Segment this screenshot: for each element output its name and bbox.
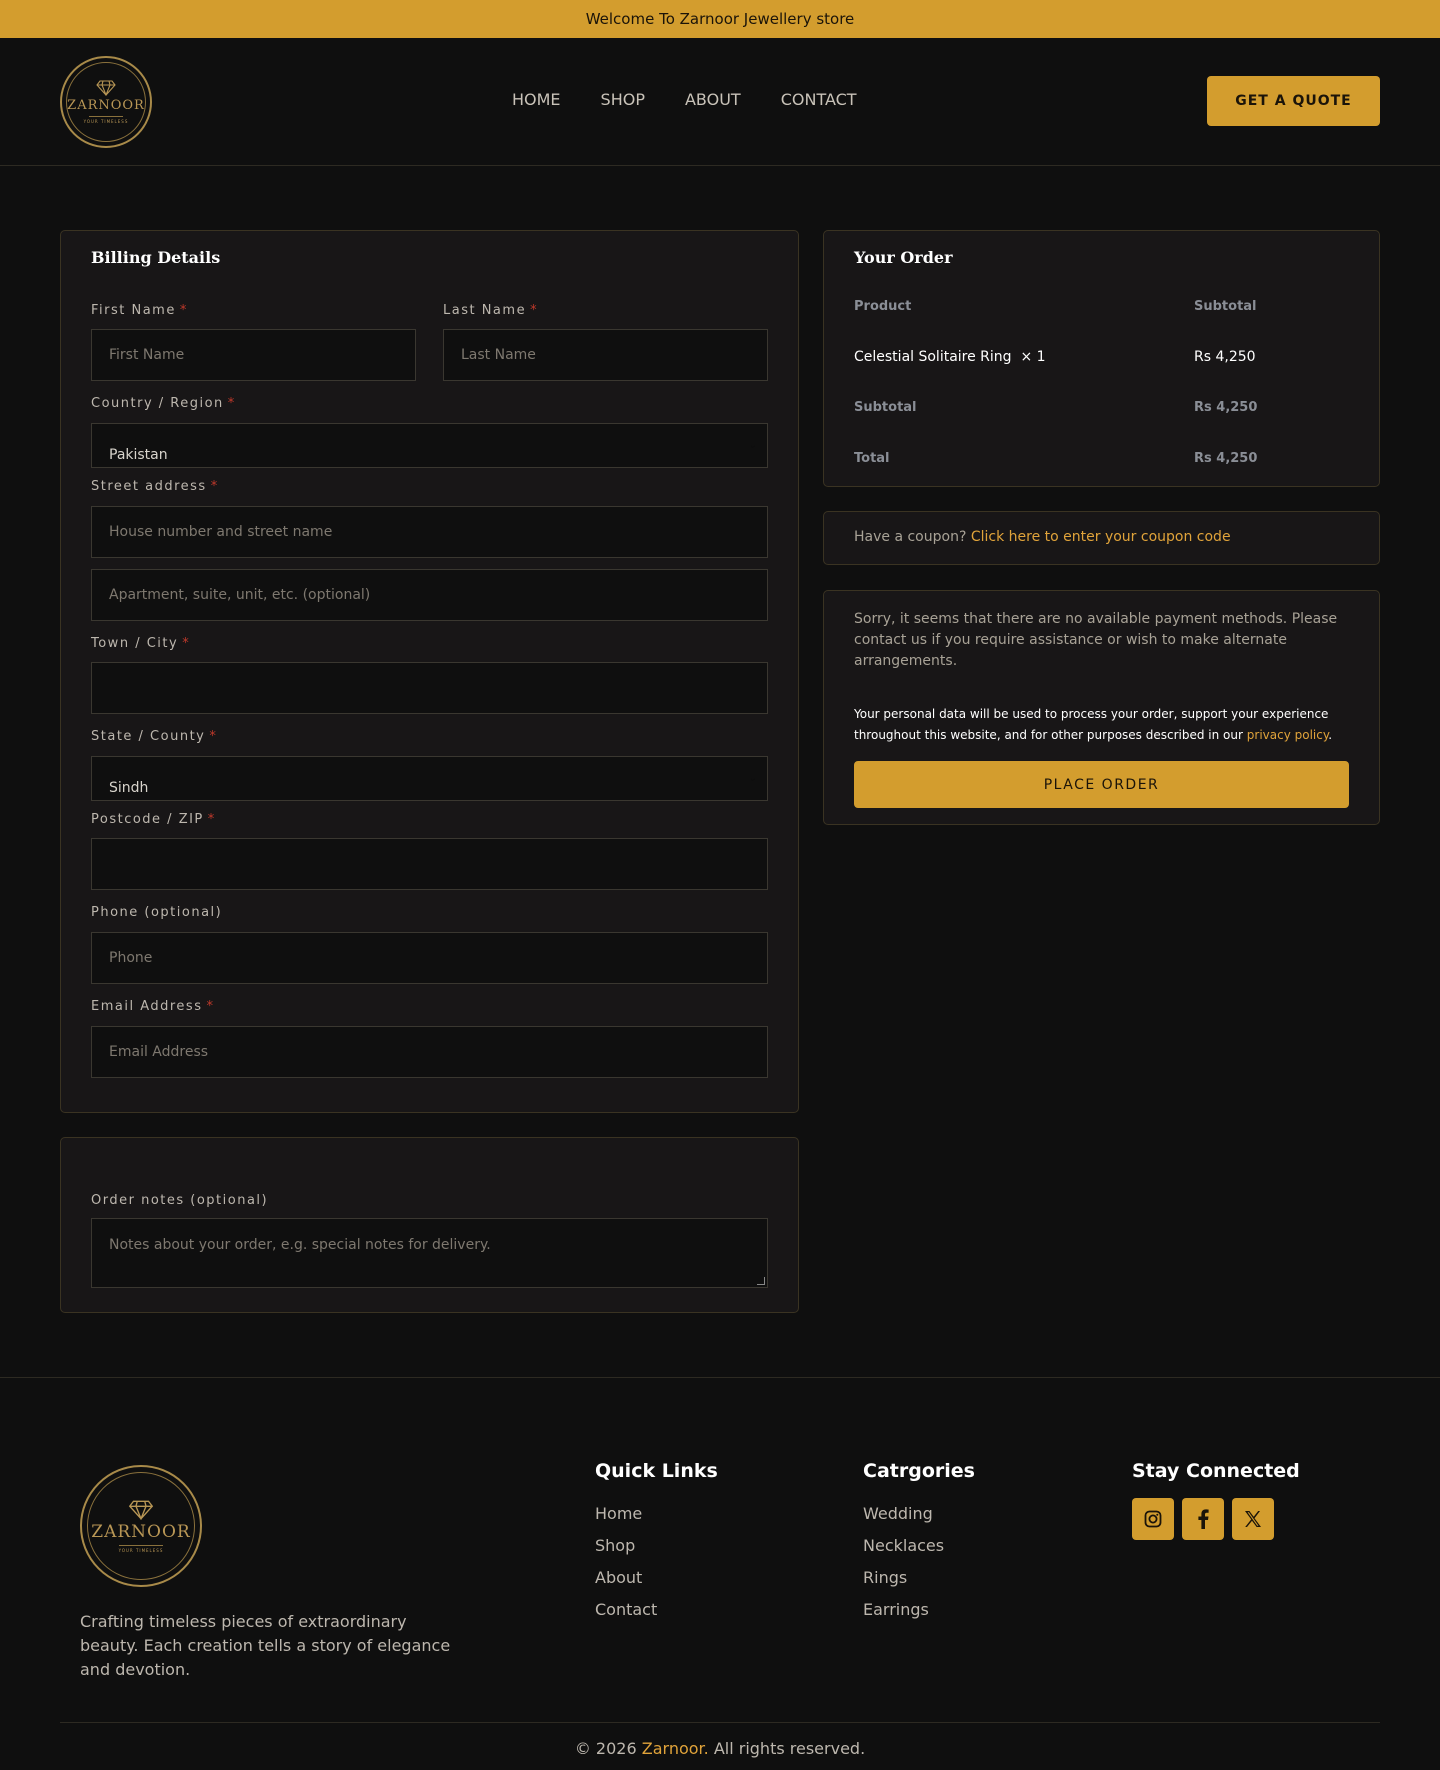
footer-logo-text: ZARNOOR <box>91 1521 191 1542</box>
categories-title: Catrgories <box>863 1460 975 1482</box>
footer-link-about[interactable]: About <box>595 1562 718 1594</box>
coupon-prompt: Have a coupon? <box>854 529 967 545</box>
diamond-icon <box>128 1500 154 1520</box>
site-header: ZARNOOR YOUR TIMELESS HOME SHOP ABOUT CO… <box>0 38 1440 166</box>
footer-logo[interactable]: ZARNOOR YOUR TIMELESS <box>80 1465 202 1587</box>
category-necklaces[interactable]: Necklaces <box>863 1530 975 1562</box>
category-wedding[interactable]: Wedding <box>863 1498 975 1530</box>
chevron-down-icon: ⌄ <box>748 440 757 451</box>
last-name-input[interactable]: Last Name <box>443 329 768 381</box>
first-name-input[interactable]: First Name <box>91 329 416 381</box>
quick-links-column: Quick Links Home Shop About Contact <box>595 1460 718 1626</box>
nav-about[interactable]: ABOUT <box>685 90 741 109</box>
footer-logo-tagline: YOUR TIMELESS <box>118 1547 164 1553</box>
chevron-down-icon: ⌄ <box>748 773 757 784</box>
item-quantity: × 1 <box>1020 349 1046 365</box>
order-notes-card: Order notes (optional) Notes about your … <box>60 1137 799 1313</box>
postcode-input[interactable] <box>91 838 768 890</box>
privacy-policy-link[interactable]: privacy policy <box>1247 728 1328 742</box>
subtotal-label: Subtotal <box>854 400 917 415</box>
billing-title: Billing Details <box>91 248 221 267</box>
product-column-header: Product <box>854 299 912 314</box>
site-footer: ZARNOOR YOUR TIMELESS Crafting timeless … <box>0 1377 1440 1770</box>
subtotal-value: Rs 4,250 <box>1194 400 1258 415</box>
welcome-bar: Welcome To Zarnoor Jewellery store <box>0 0 1440 38</box>
category-rings[interactable]: Rings <box>863 1562 975 1594</box>
instagram-icon[interactable] <box>1132 1498 1174 1540</box>
state-label: State / County * <box>91 729 218 744</box>
phone-label: Phone (optional) <box>91 905 223 920</box>
total-label: Total <box>854 451 890 466</box>
coupon-link[interactable]: Click here to enter your coupon code <box>971 529 1231 545</box>
footer-description: Crafting timeless pieces of extraordinar… <box>80 1612 451 1679</box>
privacy-notice: Your personal data will be used to proce… <box>854 707 1333 742</box>
get-a-quote-button[interactable]: GET A QUOTE <box>1207 76 1380 126</box>
state-select[interactable]: Sindh ⌄ <box>91 756 768 801</box>
payment-card: Sorry, it seems that there are no availa… <box>823 590 1380 825</box>
footer-link-shop[interactable]: Shop <box>595 1530 718 1562</box>
city-input[interactable] <box>91 662 768 714</box>
logo-text: ZARNOOR <box>67 98 145 113</box>
country-label: Country / Region * <box>91 396 236 411</box>
quick-links-title: Quick Links <box>595 1460 718 1482</box>
nav-contact[interactable]: CONTACT <box>781 90 857 109</box>
order-title: Your Order <box>854 248 953 267</box>
copyright-brand[interactable]: Zarnoor. <box>642 1739 709 1758</box>
facebook-icon[interactable] <box>1182 1498 1224 1540</box>
email-input[interactable]: Email Address <box>91 1026 768 1078</box>
order-notes-label: Order notes (optional) <box>91 1193 269 1208</box>
main-nav: HOME SHOP ABOUT CONTACT <box>512 90 857 109</box>
footer-link-contact[interactable]: Contact <box>595 1594 718 1626</box>
nav-shop[interactable]: SHOP <box>601 90 645 109</box>
copyright: © 2026 Zarnoor. All rights reserved. <box>574 1739 866 1758</box>
footer-divider <box>60 1722 1380 1723</box>
logo-tagline: YOUR TIMELESS <box>83 119 129 124</box>
phone-input[interactable]: Phone <box>91 932 768 984</box>
last-name-label: Last Name * <box>443 303 539 318</box>
stay-connected-column: Stay Connected <box>1132 1460 1300 1540</box>
apartment-input[interactable]: Apartment, suite, unit, etc. (optional) <box>91 569 768 621</box>
coupon-card: Have a coupon? Click here to enter your … <box>823 511 1380 565</box>
street-address-input[interactable]: House number and street name <box>91 506 768 558</box>
footer-link-home[interactable]: Home <box>595 1498 718 1530</box>
street-label: Street address * <box>91 479 219 494</box>
total-value: Rs 4,250 <box>1194 451 1258 466</box>
country-select[interactable]: Pakistan ⌄ <box>91 423 768 468</box>
your-order-card: Your Order Product Subtotal Celestial So… <box>823 230 1380 487</box>
order-notes-textarea[interactable]: Notes about your order, e.g. special not… <box>91 1218 768 1288</box>
resize-handle-icon[interactable] <box>757 1277 765 1285</box>
categories-column: Catrgories Wedding Necklaces Rings Earri… <box>863 1460 975 1626</box>
welcome-text: Welcome To Zarnoor Jewellery store <box>585 10 855 28</box>
first-name-label: First Name * <box>91 303 188 318</box>
item-price: Rs 4,250 <box>1194 349 1256 365</box>
category-earrings[interactable]: Earrings <box>863 1594 975 1626</box>
item-name: Celestial Solitaire Ring <box>854 349 1012 365</box>
subtotal-column-header: Subtotal <box>1194 299 1257 314</box>
logo[interactable]: ZARNOOR YOUR TIMELESS <box>60 56 152 148</box>
place-order-button[interactable]: PLACE ORDER <box>854 761 1349 808</box>
postcode-label: Postcode / ZIP * <box>91 812 216 827</box>
x-icon[interactable] <box>1232 1498 1274 1540</box>
billing-details-card: Billing Details First Name * First Name L… <box>60 230 799 1113</box>
email-label: Email Address * <box>91 999 215 1014</box>
nav-home[interactable]: HOME <box>512 90 561 109</box>
diamond-icon <box>96 80 116 96</box>
city-label: Town / City * <box>91 636 191 651</box>
stay-connected-title: Stay Connected <box>1132 1460 1300 1482</box>
no-payment-message: Sorry, it seems that there are no availa… <box>854 611 1338 669</box>
